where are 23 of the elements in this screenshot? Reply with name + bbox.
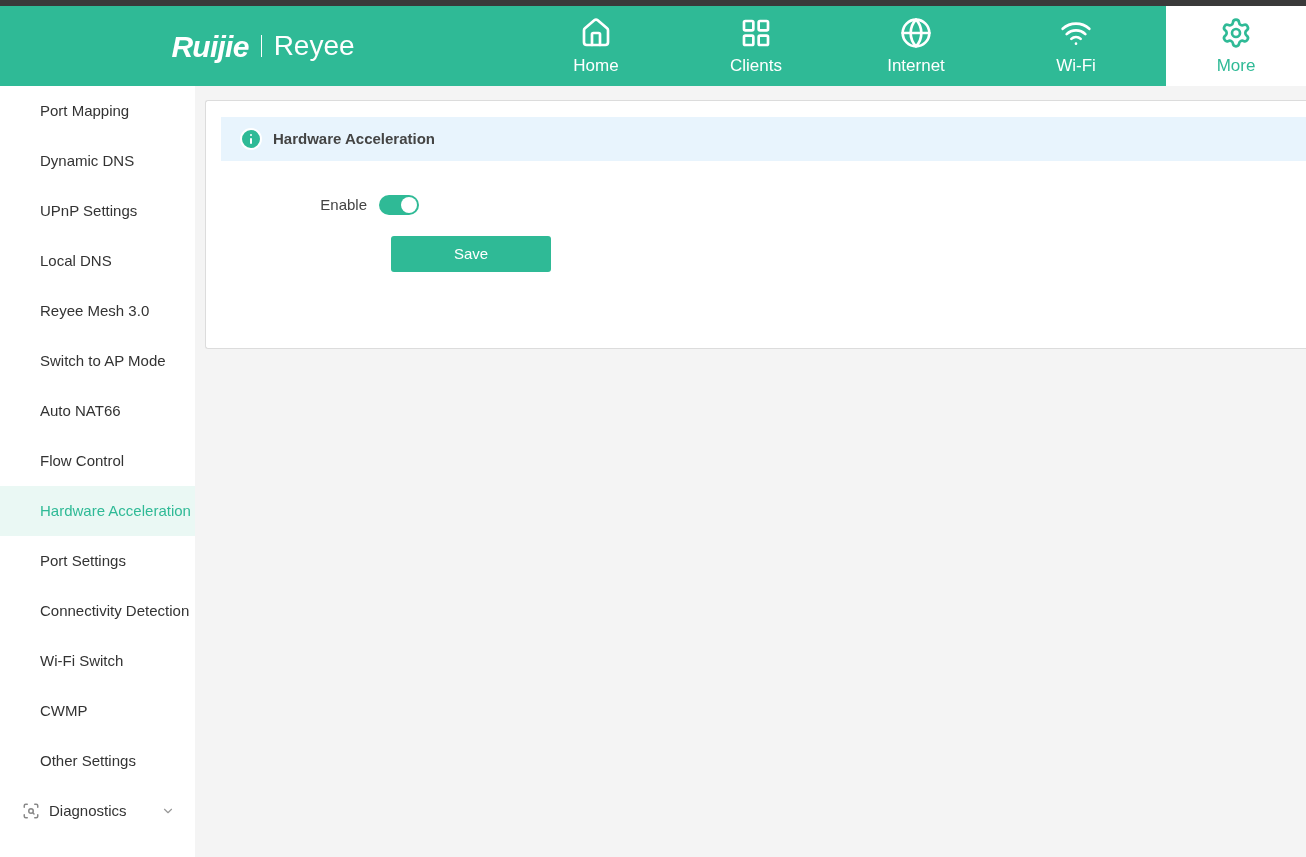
sidebar-item[interactable]: Port Mapping [0, 86, 195, 136]
info-icon [239, 127, 263, 151]
section-title: Hardware Acceleration [273, 128, 435, 149]
sidebar-item[interactable]: Flow Control [0, 436, 195, 486]
globe-icon [900, 17, 932, 50]
brand-logo: Ruijie [171, 28, 249, 65]
sidebar-item[interactable]: Connectivity Detection [0, 586, 195, 636]
settings-icon [1220, 17, 1252, 50]
sidebar-item[interactable]: Switch to AP Mode [0, 336, 195, 386]
sidebar-item[interactable]: Reyee Mesh 3.0 [0, 286, 195, 336]
sidebar-item[interactable]: Dynamic DNS [0, 136, 195, 186]
sidebar-item[interactable]: Port Settings [0, 536, 195, 586]
enable-label: Enable [319, 194, 368, 215]
enable-toggle[interactable] [379, 195, 419, 215]
sidebar-item[interactable]: Auto NAT66 [0, 386, 195, 436]
sidebar-group[interactable]: Diagnostics [0, 786, 195, 836]
sidebar-item[interactable]: Local DNS [0, 236, 195, 286]
sidebar-item[interactable]: Wi-Fi Switch [0, 636, 195, 686]
sidebar-item[interactable]: UPnP Settings [0, 186, 195, 236]
diagnostics-icon [22, 802, 40, 820]
sidebar-item[interactable]: CWMP [0, 686, 195, 736]
product-logo: Reyee [273, 29, 355, 63]
sidebar-item[interactable]: Other Settings [0, 736, 195, 786]
